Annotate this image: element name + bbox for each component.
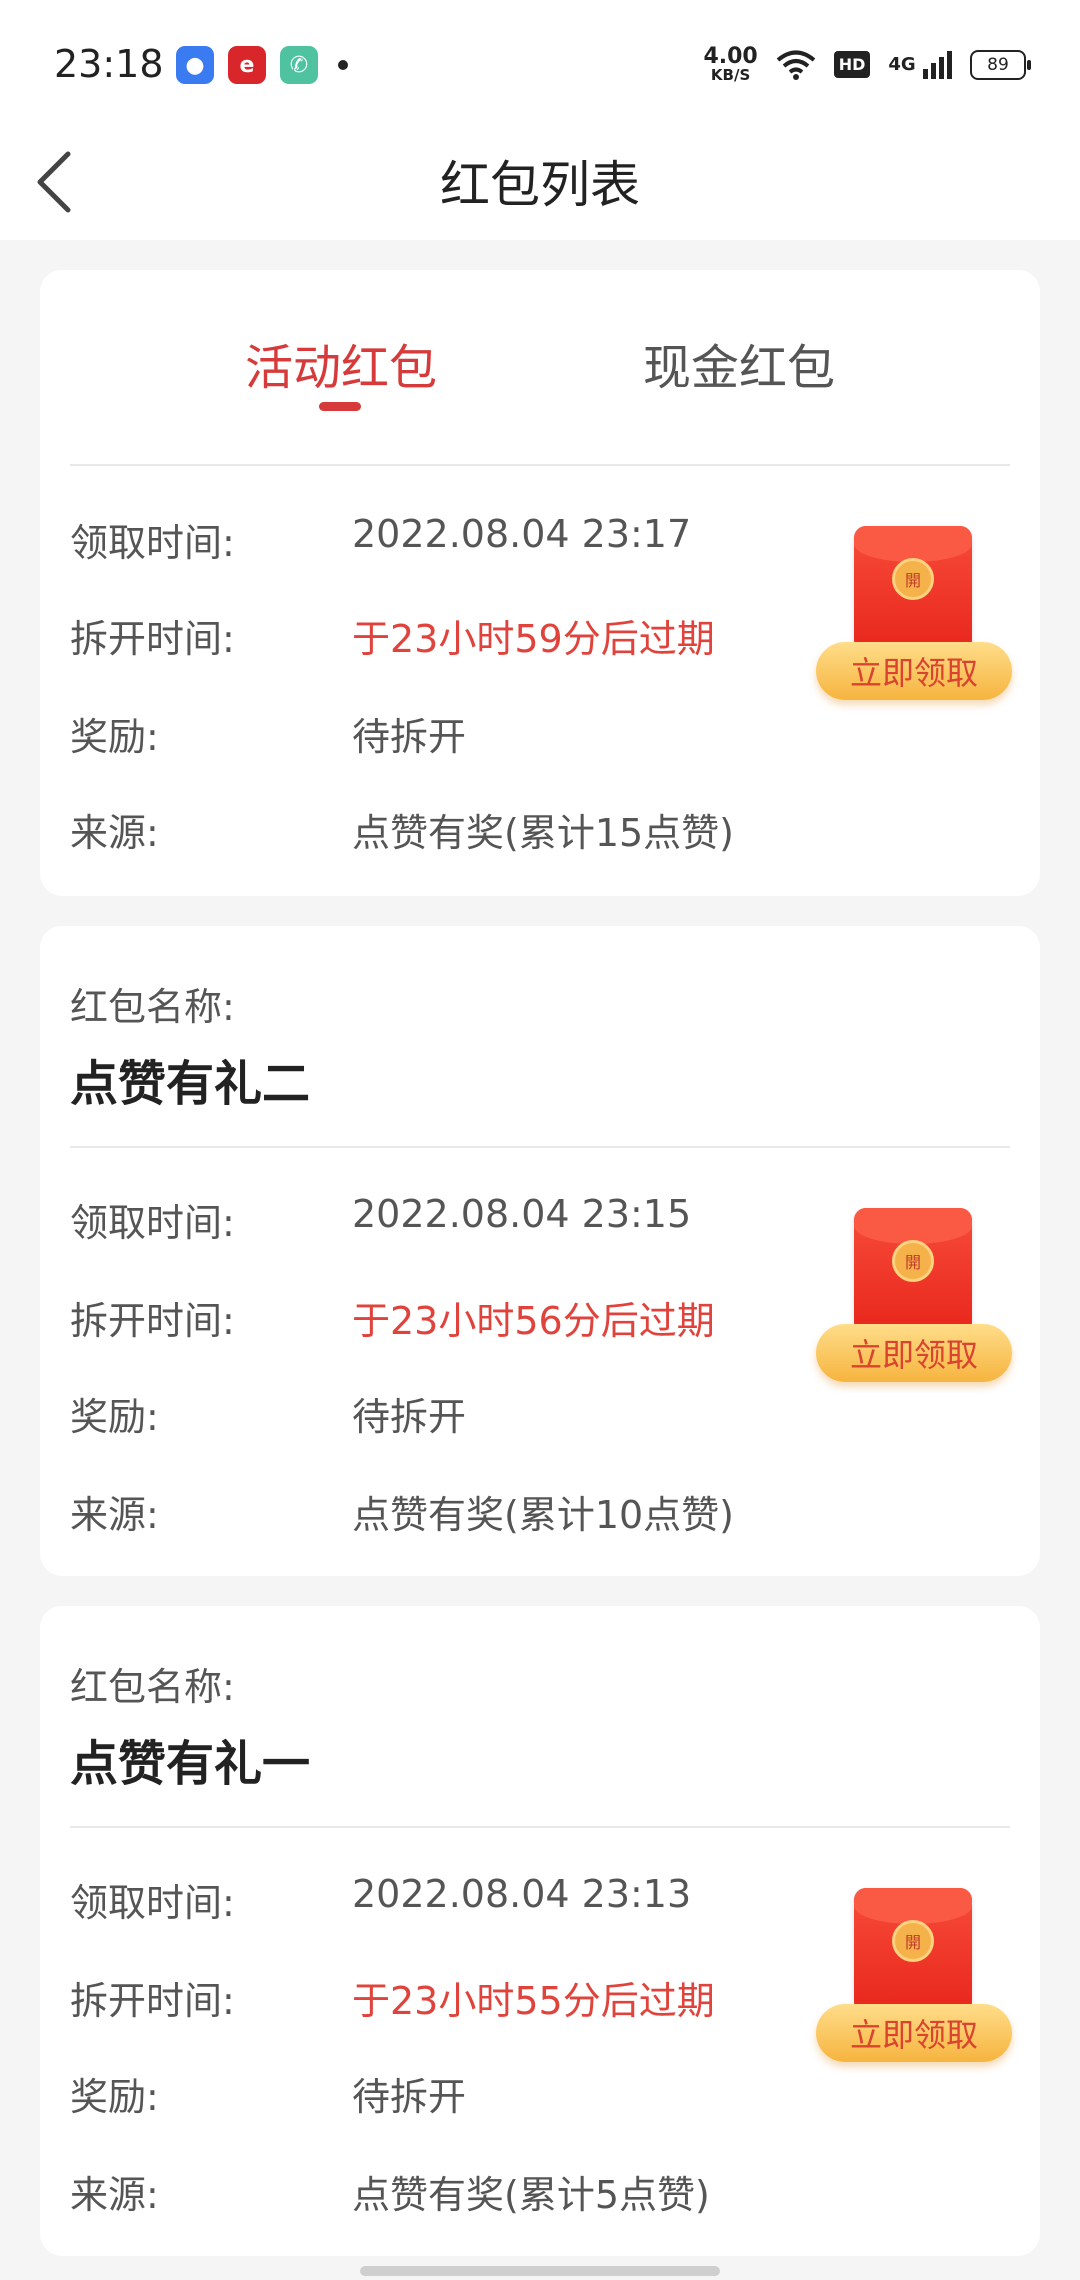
red-packet-card: 红包名称: 点赞有礼二 领取时间: 2022.08.04 23:15 拆开时间:… xyxy=(40,926,1040,1576)
hd-voice-icon: HD xyxy=(833,51,871,78)
claim-button[interactable]: 立即领取 xyxy=(816,2004,1012,2062)
red-envelope-icon: 開 xyxy=(854,1888,972,2014)
open-time-value: 于23小时59分后过期 xyxy=(352,617,715,661)
receive-time-value: 2022.08.04 23:15 xyxy=(352,1192,692,1236)
reward-value: 待拆开 xyxy=(352,715,467,759)
card-divider xyxy=(70,1826,1010,1828)
envelope-seal-icon: 開 xyxy=(892,1240,934,1282)
source-label: 来源: xyxy=(70,811,159,855)
receive-time-label: 领取时间: xyxy=(70,521,235,565)
receive-time-value: 2022.08.04 23:17 xyxy=(352,512,692,556)
reward-value: 待拆开 xyxy=(352,1395,467,1439)
cellular-signal-icon: 4G xyxy=(888,50,952,79)
notification-icons: ● e ✆ xyxy=(176,46,348,84)
red-packet-card: 红包名称: 点赞有礼一 领取时间: 2022.08.04 23:13 拆开时间:… xyxy=(40,1606,1040,2256)
packet-name-label: 红包名称: xyxy=(70,1665,235,1709)
status-time: 23:18 xyxy=(54,42,164,86)
open-time-value: 于23小时56分后过期 xyxy=(352,1299,715,1343)
receive-time-label: 领取时间: xyxy=(70,1881,235,1925)
source-label: 来源: xyxy=(70,1493,159,1537)
card-divider xyxy=(70,464,1010,466)
receive-time-value: 2022.08.04 23:13 xyxy=(352,1872,692,1916)
red-packet-card: 领取时间: 2022.08.04 23:17 拆开时间: 于23小时59分后过期… xyxy=(40,440,1040,896)
status-indicators: 4.00 KB/S HD 4G 89 xyxy=(703,44,1031,84)
red-envelope-icon: 開 xyxy=(854,1208,972,1334)
status-bar: 23:18 ● e ✆ 4.00 KB/S HD 4G 89 xyxy=(0,0,1080,130)
tab-activity-packets[interactable]: 活动红包 xyxy=(245,328,437,398)
open-time-label: 拆开时间: xyxy=(70,1299,235,1343)
reward-value: 待拆开 xyxy=(352,2075,467,2119)
tab-cash-packets[interactable]: 现金红包 xyxy=(643,328,835,398)
red-envelope[interactable]: 開 立即领取 xyxy=(816,526,1016,706)
envelope-seal-icon: 開 xyxy=(892,1920,934,1962)
news-app-icon: e xyxy=(228,46,266,84)
source-value: 点赞有奖(累计10点赞) xyxy=(352,1493,735,1537)
tab-bar: 活动红包 现金红包 xyxy=(40,270,1040,440)
phone-app-icon: ✆ xyxy=(280,46,318,84)
reward-label: 奖励: xyxy=(70,2075,159,2119)
wifi-icon xyxy=(776,50,816,80)
red-envelope[interactable]: 開 立即领取 xyxy=(816,1208,1016,1388)
source-value: 点赞有奖(累计5点赞) xyxy=(352,2173,710,2217)
nav-bar: 红包列表 xyxy=(0,130,1080,240)
claim-button[interactable]: 立即领取 xyxy=(816,1324,1012,1382)
packet-name: 点赞有礼二 xyxy=(70,1056,311,1112)
open-time-label: 拆开时间: xyxy=(70,617,235,661)
page-title: 红包列表 xyxy=(440,156,640,214)
open-time-label: 拆开时间: xyxy=(70,1979,235,2023)
red-envelope-icon: 開 xyxy=(854,526,972,652)
reward-label: 奖励: xyxy=(70,715,159,759)
active-tab-indicator xyxy=(319,402,361,411)
claim-button[interactable]: 立即领取 xyxy=(816,642,1012,700)
packet-name-label: 红包名称: xyxy=(70,985,235,1029)
packet-name: 点赞有礼一 xyxy=(70,1736,311,1792)
reward-label: 奖励: xyxy=(70,1395,159,1439)
home-indicator[interactable] xyxy=(360,2266,720,2276)
receive-time-label: 领取时间: xyxy=(70,1201,235,1245)
card-divider xyxy=(70,1146,1010,1148)
open-time-value: 于23小时55分后过期 xyxy=(352,1979,715,2023)
envelope-seal-icon: 開 xyxy=(892,558,934,600)
more-notifications-dot xyxy=(338,60,348,70)
network-speed: 4.00 KB/S xyxy=(703,44,758,84)
source-value: 点赞有奖(累计15点赞) xyxy=(352,811,735,855)
battery-icon: 89 xyxy=(970,49,1031,80)
chat-app-icon: ● xyxy=(176,46,214,84)
source-label: 来源: xyxy=(70,2173,159,2217)
red-envelope[interactable]: 開 立即领取 xyxy=(816,1888,1016,2068)
